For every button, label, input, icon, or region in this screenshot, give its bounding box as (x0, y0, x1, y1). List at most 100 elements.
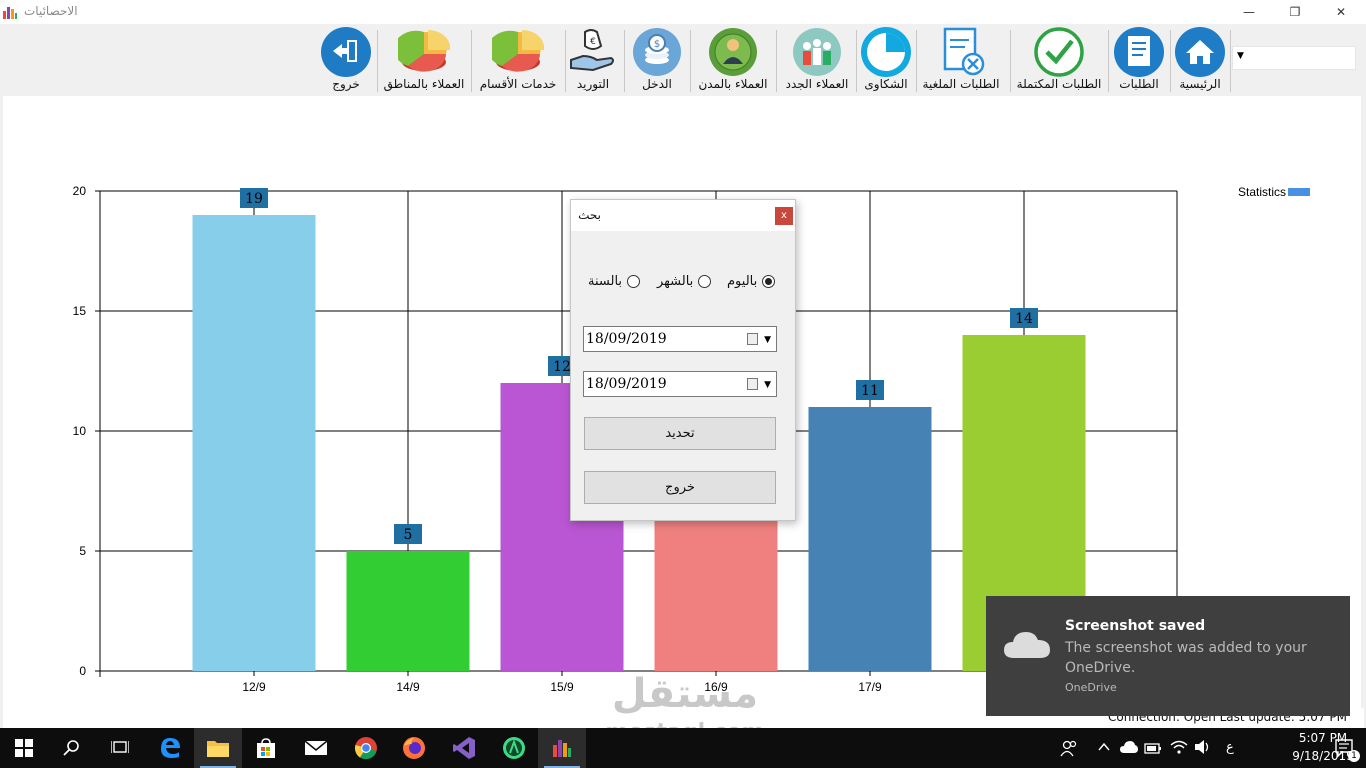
chevron-up-icon[interactable] (1098, 742, 1110, 752)
firefox-icon (403, 737, 425, 759)
date-to-picker[interactable]: 18/09/2019 ▼ (583, 371, 777, 397)
date-to-value: 18/09/2019 (586, 376, 667, 392)
calendar-icon[interactable] (747, 378, 758, 390)
volume-icon[interactable] (1194, 739, 1212, 755)
toolbar-clients-regions-button[interactable]: العملاء بالمناطق (380, 26, 468, 94)
wifi-icon[interactable] (1170, 739, 1188, 755)
dialog-close-button[interactable]: x (775, 207, 793, 225)
toolbar-separator (471, 30, 472, 92)
toolbar-label: الطلبات (1119, 77, 1159, 91)
radio-by-year[interactable]: بالسنة (588, 274, 641, 290)
apply-button[interactable]: تحديد (584, 417, 776, 450)
task-view-button[interactable] (96, 728, 144, 768)
radio-by-day[interactable]: باليوم (727, 274, 776, 290)
exit-door-icon (321, 27, 371, 77)
dialog-exit-button[interactable]: خروج (584, 471, 776, 504)
visual-studio-button[interactable] (440, 728, 488, 768)
battery-icon[interactable] (1144, 741, 1162, 755)
mail-button[interactable] (292, 728, 340, 768)
toolbar-label: خروج (332, 77, 360, 91)
taskbar: ع 5:07 PM 9/18/2019 1 (0, 728, 1366, 768)
maximize-button[interactable]: ❐ (1272, 0, 1318, 24)
calendar-icon[interactable] (747, 333, 758, 345)
toolbar-separator (916, 30, 917, 92)
statistics-app-icon (553, 740, 571, 757)
toolbar-label: الطلبات المكتملة (1016, 77, 1102, 91)
cancelled-document-icon (943, 27, 985, 76)
minimize-button[interactable]: — (1226, 0, 1272, 24)
toolbar-separator (1170, 30, 1171, 92)
mail-icon (304, 740, 328, 755)
store-button[interactable] (242, 728, 290, 768)
toolbar-label: التوريد (576, 77, 610, 91)
task-view-icon (111, 741, 129, 753)
radio-by-month[interactable]: بالشهر (657, 274, 712, 290)
radio-label: باليوم (727, 274, 758, 289)
toolbar-supply-button[interactable]: € التوريد (566, 26, 620, 94)
checkmark-icon (1034, 27, 1084, 77)
orders-document-icon (1114, 27, 1164, 77)
start-icon (15, 739, 33, 757)
edge-icon (161, 738, 180, 758)
chevron-down-icon[interactable]: ▼ (764, 328, 771, 352)
close-window-button[interactable]: ✕ (1318, 0, 1364, 24)
people-icon[interactable] (1060, 739, 1078, 757)
statistics-app-taskbar-button[interactable] (538, 728, 586, 768)
toolbar-separator (1108, 30, 1109, 92)
bar (808, 407, 932, 671)
data-label: 14 (1015, 311, 1033, 327)
toolbar-label: خدمات الأقسام (479, 77, 557, 91)
svg-text:€: € (590, 37, 596, 47)
dialog-header: بحث x (571, 200, 795, 231)
home-icon (1175, 27, 1225, 77)
language-indicator[interactable]: ع (1226, 740, 1234, 755)
toast-app-name: OneDrive (1065, 681, 1117, 694)
watermark-arabic: مستقل (611, 671, 759, 717)
search-button[interactable] (48, 728, 96, 768)
toolbar-department-services-button[interactable]: خدمات الأقسام (474, 26, 562, 94)
chrome-button[interactable] (342, 728, 390, 768)
toolbar-combo-box[interactable]: ▼ (1232, 46, 1356, 70)
onedrive-tray-icon[interactable] (1120, 740, 1138, 754)
toolbar-separator (776, 30, 777, 92)
file-explorer-button[interactable] (194, 728, 242, 768)
toolbar-separator (856, 30, 857, 92)
search-icon (63, 740, 79, 756)
toolbar-home-button[interactable]: الرئيسية (1172, 26, 1228, 94)
radio-circle (627, 275, 641, 288)
x-tick-label: 17/9 (858, 680, 882, 694)
toolbar-label: الطلبات الملغية (922, 77, 1000, 91)
toolbar-exit-button[interactable]: خروج (316, 26, 376, 94)
toolbar-separator (1230, 30, 1231, 92)
toolbar-label: العملاء بالمدن (698, 77, 768, 91)
edge-button[interactable] (146, 728, 194, 768)
y-tick-label: 10 (73, 424, 87, 438)
toolbar-label: الرئيسية (1179, 77, 1221, 91)
toolbar-new-clients-button[interactable]: العملاء الجدد (780, 26, 854, 94)
x-tick-label: 12/9 (242, 680, 266, 694)
toolbar-label: العملاء الجدد (785, 77, 849, 91)
toolbar-separator (377, 30, 378, 92)
legend-swatch (1288, 188, 1310, 196)
toolbar-complaints-button[interactable]: الشكاوى (858, 26, 914, 94)
toolbar-cancelled-orders-button[interactable]: الطلبات الملغية (918, 26, 1004, 94)
firefox-button[interactable] (390, 728, 438, 768)
date-from-picker[interactable]: 18/09/2019 ▼ (583, 326, 777, 352)
data-label: 19 (245, 191, 263, 207)
person-globe-icon (709, 28, 757, 76)
dialog-title: بحث (578, 208, 601, 222)
toolbar-orders-button[interactable]: الطلبات (1110, 26, 1168, 94)
toolbar-income-button[interactable]: $ الدخل (628, 26, 686, 94)
chevron-down-icon[interactable]: ▼ (764, 373, 771, 397)
svg-text:$: $ (654, 39, 660, 50)
toolbar-clients-cities-button[interactable]: العملاء بالمدن (692, 26, 774, 94)
toolbar-completed-orders-button[interactable]: الطلبات المكتملة (1012, 26, 1106, 94)
start-button[interactable] (0, 728, 48, 768)
toast-notification[interactable]: Screenshot saved The screenshot was adde… (986, 596, 1350, 716)
hand-money-icon: € (570, 29, 614, 72)
chrome-icon (354, 737, 377, 760)
toolbar: خروج العملاء بالمناطق خدمات الأقسام € ال… (0, 24, 1366, 96)
y-tick-label: 5 (79, 544, 86, 558)
search-dialog: بحث x باليوم بالشهر بالسنة 18/09/2019 ▼ … (570, 199, 796, 521)
android-studio-button[interactable] (490, 728, 538, 768)
